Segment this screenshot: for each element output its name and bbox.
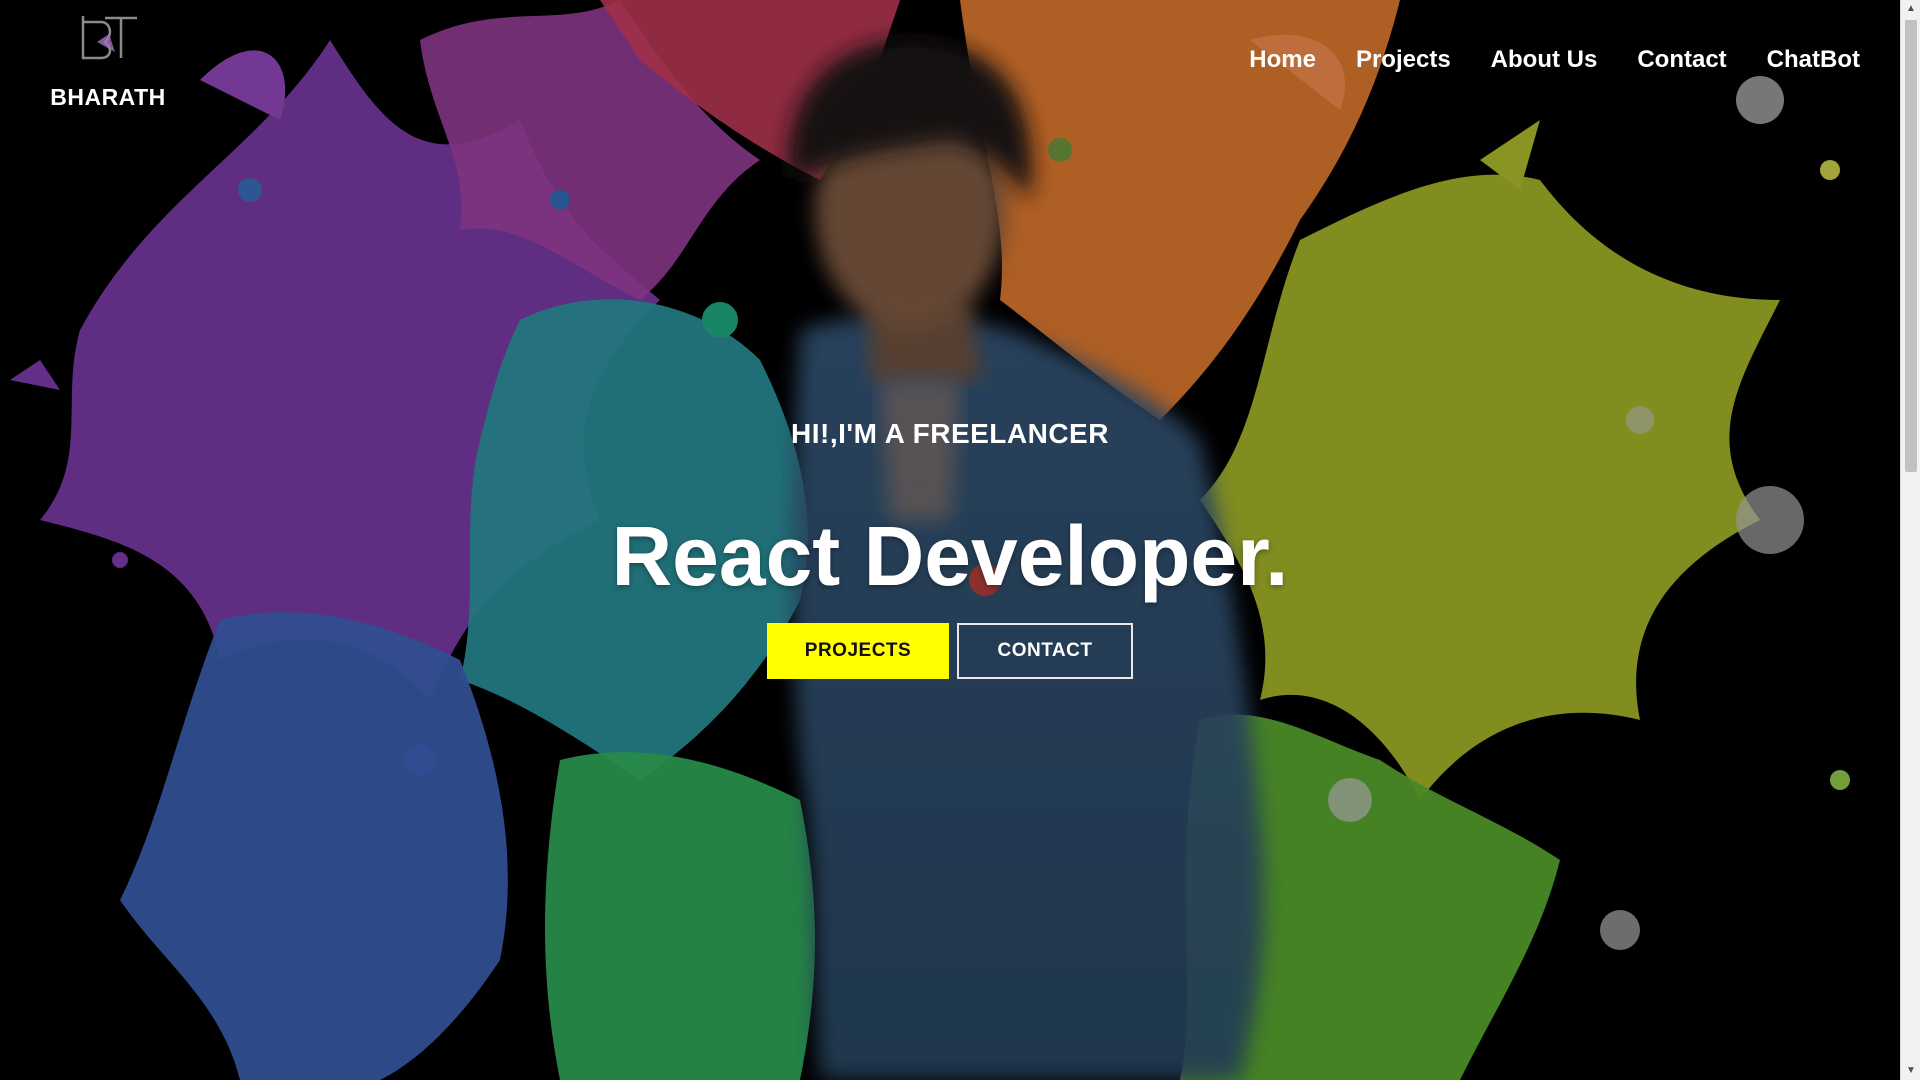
- vertical-scrollbar[interactable]: ▲ ▼: [1900, 0, 1920, 1080]
- brand[interactable]: BHARATH: [48, 12, 168, 111]
- projects-button[interactable]: PROJECTS: [767, 623, 949, 679]
- hero-kicker: HI!,I'M A FREELANCER: [791, 418, 1109, 449]
- nav-item-home[interactable]: Home: [1249, 46, 1316, 74]
- nav-item-about-us[interactable]: About Us: [1491, 46, 1598, 74]
- nav-item-chatbot[interactable]: ChatBot: [1767, 46, 1860, 74]
- scroll-down-arrow-icon[interactable]: ▼: [1901, 1062, 1920, 1080]
- scrollbar-thumb[interactable]: [1905, 20, 1917, 472]
- nav-item-contact[interactable]: Contact: [1637, 46, 1726, 74]
- brand-name[interactable]: BHARATH: [48, 84, 168, 111]
- main-nav: Home Projects About Us Contact ChatBot: [1249, 46, 1860, 74]
- hero-headline: React Developer.: [611, 509, 1289, 603]
- bt-logo-icon[interactable]: [75, 12, 141, 64]
- contact-button[interactable]: CONTACT: [957, 623, 1133, 679]
- hero-section: BHARATH Home Projects About Us Contact C…: [0, 0, 1900, 1080]
- hero-actions: PROJECTS CONTACT: [0, 623, 1900, 679]
- nav-item-projects[interactable]: Projects: [1356, 46, 1451, 74]
- scroll-up-arrow-icon[interactable]: ▲: [1901, 0, 1920, 18]
